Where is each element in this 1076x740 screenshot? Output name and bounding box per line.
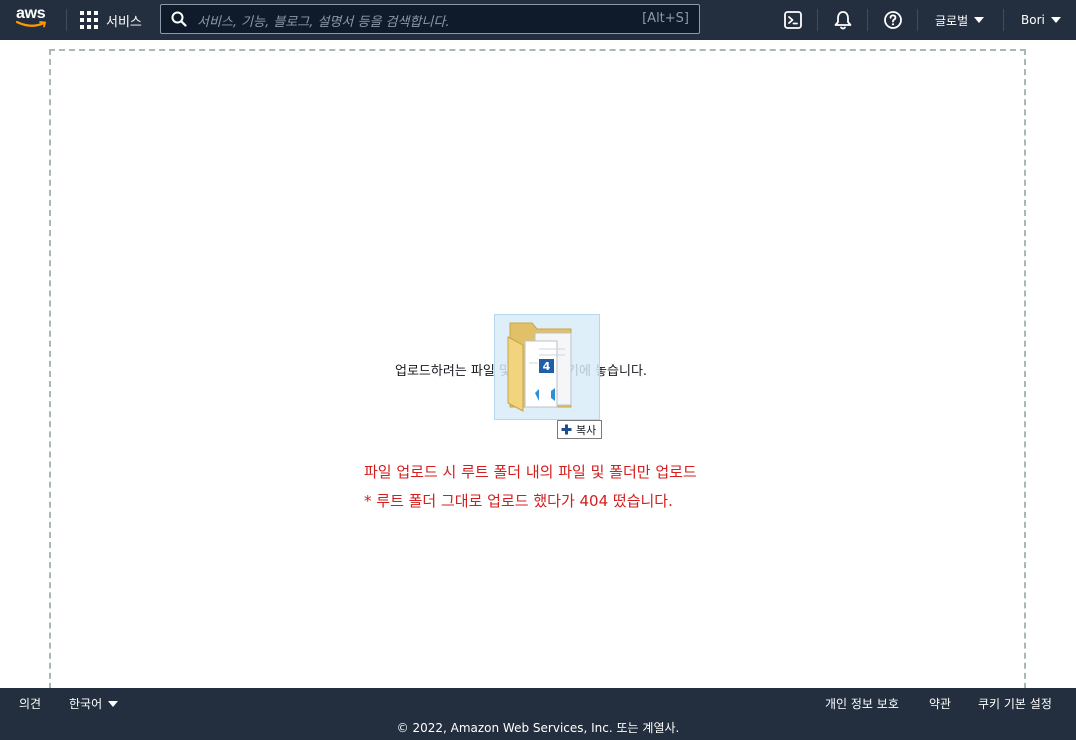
search-icon [171, 11, 187, 27]
cookie-preferences-link[interactable]: 쿠키 기본 설정 [978, 695, 1052, 712]
account-menu[interactable]: Bori [1021, 0, 1061, 40]
apps-grid-icon [80, 11, 98, 29]
divider [1003, 9, 1004, 31]
search-input[interactable]: 서비스, 기능, 블로그, 설명서 등을 검색합니다. [Alt+S] [160, 4, 700, 34]
privacy-link[interactable]: 개인 정보 보호 [825, 695, 899, 712]
copy-tooltip: 복사 [557, 420, 603, 439]
annotation-note-1: 파일 업로드 시 루트 폴더 내의 파일 및 폴더만 업로드 [364, 463, 697, 481]
account-label: Bori [1021, 13, 1045, 27]
cloudshell-icon[interactable] [782, 9, 804, 31]
divider [867, 9, 868, 31]
copyright-text: © 2022, Amazon Web Services, Inc. 또는 계열사… [396, 721, 680, 735]
terms-link[interactable]: 약관 [929, 695, 951, 712]
region-label: 글로벌 [935, 13, 969, 28]
services-label: 서비스 [106, 14, 142, 30]
divider [917, 9, 918, 31]
feedback-link[interactable]: 의견 [19, 695, 41, 712]
caret-down-icon [974, 17, 985, 23]
divider [66, 9, 67, 31]
top-navigation: aws 서비스 서비스, 기능, 블로그, 설명서 등을 검색합니다. [Alt… [0, 0, 1076, 40]
search-shortcut-hint: [Alt+S] [642, 11, 689, 26]
aws-logo[interactable]: aws [16, 6, 50, 34]
language-label: 한국어 [69, 697, 103, 711]
divider [817, 9, 818, 31]
services-menu-button[interactable]: 서비스 [80, 0, 142, 40]
copy-label: 복사 [576, 423, 597, 437]
aws-logo-text: aws [16, 5, 46, 22]
region-selector[interactable]: 글로벌 [935, 0, 985, 40]
aws-smile-icon [16, 21, 47, 28]
language-selector[interactable]: 한국어 [69, 695, 119, 712]
help-icon[interactable] [882, 9, 904, 31]
plus-icon [561, 424, 572, 435]
search-placeholder: 서비스, 기능, 블로그, 설명서 등을 검색합니다. [197, 15, 450, 30]
drag-count-badge: 4 [538, 358, 555, 374]
caret-down-icon [1050, 17, 1061, 23]
bell-icon[interactable] [832, 9, 854, 31]
annotation-note-2: * 루트 폴더 그대로 업로드 했다가 404 떴습니다. [364, 492, 673, 510]
caret-down-icon [108, 700, 119, 707]
footer: 의견 한국어 개인 정보 보호 약관 쿠키 기본 설정 © 2022, Amaz… [0, 688, 1076, 740]
